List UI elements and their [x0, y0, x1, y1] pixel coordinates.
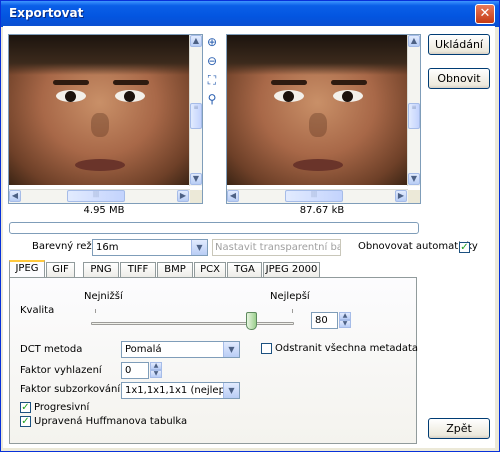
original-size-label: 4.95 MB: [83, 205, 125, 216]
color-mode-value: 16m: [96, 242, 119, 253]
original-vertical-scrollbar[interactable]: ▲ ≡ ▼: [189, 35, 202, 186]
progressive-label: Progresivní: [34, 402, 90, 413]
dct-method-select[interactable]: Pomalá ▼: [121, 341, 240, 358]
transparent-color-placeholder: Nastavit transparentní barvu...: [215, 242, 340, 253]
scroll-right-button[interactable]: ▶: [177, 190, 189, 202]
tab-tiff[interactable]: TIFF: [120, 262, 156, 278]
tab-jpeg-2000[interactable]: JPEG 2000: [263, 262, 320, 278]
scroll-down-button[interactable]: ▼: [190, 173, 202, 185]
save-button[interactable]: Ukládání: [428, 34, 490, 55]
chevron-down-icon: ▼: [191, 240, 207, 255]
tab-pcx[interactable]: PCX: [194, 262, 226, 278]
vertical-scroll-thumb[interactable]: ≡: [190, 103, 202, 129]
quality-value-input[interactable]: 80: [311, 312, 338, 329]
color-mode-select[interactable]: 16m ▼: [92, 239, 208, 256]
spin-up-icon[interactable]: ▲: [150, 362, 162, 370]
fit-to-window-icon[interactable]: ⛶: [205, 73, 219, 87]
quality-slider-thumb[interactable]: [246, 312, 257, 330]
auto-refresh-checkbox[interactable]: ✓: [459, 242, 470, 253]
right-brow: [331, 80, 367, 85]
vertical-scroll-thumb[interactable]: ≡: [408, 103, 420, 129]
mouth: [75, 159, 125, 171]
horizontal-scroll-thumb[interactable]: |||: [285, 190, 343, 202]
smoothing-label: Faktor vyhlazení: [20, 365, 102, 376]
right-eye: [333, 90, 363, 102]
nose: [309, 113, 327, 137]
smoothing-input[interactable]: 0: [121, 362, 149, 379]
zoom-in-icon[interactable]: ⊕: [205, 35, 219, 49]
huffman-checkbox[interactable]: ✓: [20, 416, 31, 427]
scroll-left-button[interactable]: ◀: [9, 190, 21, 202]
left-eye: [274, 90, 304, 102]
chevron-down-icon: ▼: [223, 342, 239, 357]
zoom-out-icon[interactable]: ⊖: [205, 54, 219, 68]
scroll-right-button[interactable]: ▶: [395, 190, 407, 202]
tab-png[interactable]: PNG: [83, 262, 119, 278]
export-progress-bar: [9, 222, 419, 234]
spin-up-icon[interactable]: ▲: [339, 312, 351, 320]
exported-preview[interactable]: ▲ ≡ ▼ ◀ ||| ▶: [226, 34, 421, 204]
left-brow: [53, 80, 89, 85]
window-title: Exportovat: [9, 6, 84, 20]
exported-photo: [227, 35, 408, 185]
spin-down-icon[interactable]: ▼: [150, 370, 162, 378]
original-preview[interactable]: ▲ ≡ ▼ ◀ ||| ▶: [8, 34, 203, 204]
back-button[interactable]: Zpět: [428, 418, 490, 439]
original-photo: [9, 35, 190, 185]
scroll-left-button[interactable]: ◀: [227, 190, 239, 202]
dct-method-value: Pomalá: [125, 344, 162, 355]
title-bar[interactable]: Exportovat ✕: [1, 1, 499, 27]
tab-tga[interactable]: TGA: [227, 262, 262, 278]
slider-tick-max: [292, 309, 293, 313]
quality-max-label: Nejlepší: [270, 291, 310, 302]
huffman-label: Upravená Huffmanova tabulka: [34, 416, 188, 427]
dct-method-label: DCT metoda: [20, 344, 83, 355]
right-brow: [113, 80, 149, 85]
transparent-color-field: Nastavit transparentní barvu...: [212, 239, 341, 256]
exported-size-label: 87.67 kB: [299, 205, 345, 216]
quality-min-label: Nejnižší: [84, 291, 123, 302]
scroll-up-button[interactable]: ▲: [190, 35, 202, 47]
subsampling-select[interactable]: 1x1,1x1,1x1 (nejlepší kvalita) ▼: [121, 382, 240, 399]
hair: [9, 35, 190, 75]
subsampling-label: Faktor subzorkování: [20, 384, 121, 395]
left-eye: [56, 90, 86, 102]
chevron-down-icon: ▼: [223, 383, 239, 398]
scroll-corner: [408, 190, 420, 203]
strip-metadata-label: Odstranit všechna metadata: [275, 343, 419, 354]
spin-down-icon[interactable]: ▼: [339, 320, 351, 328]
scroll-down-button[interactable]: ▼: [408, 173, 420, 185]
nose: [91, 113, 109, 137]
scroll-corner: [190, 190, 202, 203]
smoothing-spinner[interactable]: ▲ ▼: [150, 362, 162, 378]
mouth: [293, 159, 343, 171]
scroll-up-button[interactable]: ▲: [408, 35, 420, 47]
refresh-button[interactable]: Obnovit: [428, 68, 490, 89]
actual-size-icon[interactable]: ⚲: [205, 92, 219, 106]
tab-bmp[interactable]: BMP: [157, 262, 193, 278]
quality-slider-track[interactable]: [91, 322, 294, 325]
exported-horizontal-scrollbar[interactable]: ◀ ||| ▶: [227, 189, 408, 203]
horizontal-scroll-thumb[interactable]: |||: [67, 190, 125, 202]
quality-label: Kvalita: [20, 305, 55, 316]
right-eye: [115, 90, 145, 102]
close-button[interactable]: ✕: [475, 4, 495, 24]
tab-gif[interactable]: GIF: [46, 262, 75, 278]
left-brow: [271, 80, 307, 85]
exported-vertical-scrollbar[interactable]: ▲ ≡ ▼: [407, 35, 420, 186]
slider-tick-min: [95, 309, 96, 313]
quality-spinner[interactable]: ▲ ▼: [339, 312, 351, 328]
original-horizontal-scrollbar[interactable]: ◀ ||| ▶: [9, 189, 190, 203]
hair: [227, 35, 408, 75]
strip-metadata-checkbox[interactable]: [261, 343, 272, 354]
progressive-checkbox[interactable]: ✓: [20, 402, 31, 413]
